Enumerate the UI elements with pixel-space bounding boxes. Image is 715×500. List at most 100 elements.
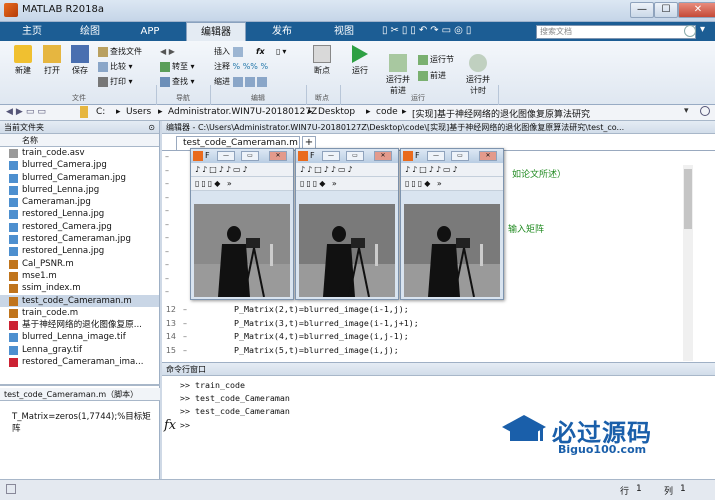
search-icon[interactable]: [700, 106, 710, 116]
path-part[interactable]: Administrator.WIN7U-20180127Z: [168, 107, 317, 117]
code-line[interactable]: 13– P_Matrix(3,t)=blurred_image(i-1,j+1)…: [162, 317, 702, 331]
path-part[interactable]: [实现]基于神经网络的退化图像复原算法研究: [412, 107, 590, 120]
fold-marker: –: [183, 318, 187, 328]
figure-window[interactable]: F — ▭ ✕ ♪♪□♪♪▭♪ ▯▯▯◆ »: [400, 148, 504, 300]
fold-marker: –: [165, 179, 169, 188]
minimize-button[interactable]: —: [630, 2, 654, 18]
tab-apps[interactable]: APP: [124, 22, 176, 41]
open-button[interactable]: 打开: [38, 45, 66, 76]
figure-close-button[interactable]: ✕: [479, 151, 497, 161]
goto-button[interactable]: 转至 ▾: [160, 60, 195, 74]
tab-publish[interactable]: 发布: [254, 22, 310, 41]
figure-toolbar[interactable]: ▯▯▯◆ »: [296, 177, 398, 191]
path-part[interactable]: Users: [126, 107, 151, 117]
fx-button[interactable]: fx: [256, 45, 265, 59]
file-item[interactable]: train_code.m: [0, 307, 159, 319]
figure-minimize-button[interactable]: —: [217, 151, 235, 161]
path-part[interactable]: C:: [96, 107, 105, 117]
file-icon: [9, 235, 18, 245]
indent-button[interactable]: 缩进: [214, 75, 269, 89]
figure-close-button[interactable]: ✕: [374, 151, 392, 161]
figure-minimize-button[interactable]: —: [427, 151, 445, 161]
run-section-button[interactable]: 运行节: [418, 53, 454, 67]
title-bar: MATLAB R2018a — ☐ ✕: [0, 0, 715, 22]
status-bar: 行 1 列 1: [0, 479, 715, 500]
tab-plots[interactable]: 绘图: [64, 22, 116, 41]
figure-close-button[interactable]: ✕: [269, 151, 287, 161]
scrollbar-thumb[interactable]: [684, 169, 692, 229]
file-item[interactable]: restored_Lenna.jpg: [0, 245, 159, 257]
file-item[interactable]: restored_Camera.jpg: [0, 221, 159, 233]
file-item[interactable]: mse1.m: [0, 270, 159, 282]
breakpoints-button[interactable]: 断点: [308, 45, 336, 76]
print-button[interactable]: 打印 ▾: [98, 75, 133, 89]
run-and-time-button[interactable]: 运行并 计时: [462, 45, 494, 96]
code-line[interactable]: 14– P_Matrix(4,t)=blurred_image(i,j-1);: [162, 330, 702, 344]
file-item[interactable]: restored_Cameraman.jpg: [0, 233, 159, 245]
file-item[interactable]: blurred_Lenna.jpg: [0, 184, 159, 196]
splitter[interactable]: [0, 384, 160, 386]
address-bar[interactable]: ◀▶▭▭ C: ▸ Users ▸ Administrator.WIN7U-20…: [0, 105, 715, 121]
search-icon[interactable]: [684, 25, 696, 37]
file-item[interactable]: blurred_Cameraman.jpg: [0, 172, 159, 184]
tab-home[interactable]: 主页: [10, 22, 54, 41]
find-button[interactable]: 查找 ▾: [160, 75, 195, 89]
path-part[interactable]: Desktop: [318, 107, 355, 117]
figure-maximize-button[interactable]: ▭: [241, 151, 259, 161]
code-area[interactable]: 12– P_Matrix(2,t)=blurred_image(i-1,j); 1…: [162, 303, 702, 357]
dropdown-icon[interactable]: ▾: [684, 106, 689, 116]
insert-button[interactable]: 插入: [214, 45, 245, 59]
figure-menubar[interactable]: ♪♪□♪♪▭♪: [191, 163, 293, 177]
figure-window[interactable]: F — ▭ ✕ ♪♪□♪♪▭♪ ▯▯▯◆ »: [190, 148, 294, 300]
figure-menubar[interactable]: ♪♪□♪♪▭♪: [401, 163, 503, 177]
figure-menubar[interactable]: ♪♪□♪♪▭♪: [296, 163, 398, 177]
file-item[interactable]: Cal_PSNR.m: [0, 258, 159, 270]
back-forward-buttons[interactable]: ◀ ▶: [160, 45, 175, 59]
file-name: restored_Cameraman.jpg: [22, 234, 131, 245]
scrollbar[interactable]: [683, 165, 693, 361]
find-files-button[interactable]: 查找文件: [98, 45, 142, 59]
new-button[interactable]: 新建: [8, 45, 38, 76]
advance-button[interactable]: 前进: [418, 69, 446, 83]
comment-button[interactable]: 注释 % %% %: [214, 60, 268, 74]
run-advance-button[interactable]: 运行并 前进: [380, 45, 416, 96]
figure-maximize-button[interactable]: ▭: [451, 151, 469, 161]
command-line: >> train_code: [180, 380, 245, 390]
file-item[interactable]: Lenna_gray.tif: [0, 344, 159, 356]
code-line[interactable]: 12– P_Matrix(2,t)=blurred_image(i-1,j);: [162, 303, 702, 317]
run-button[interactable]: 运行: [344, 45, 376, 76]
folder-icon: [80, 106, 88, 118]
nav-arrows[interactable]: ◀▶▭▭: [6, 107, 49, 117]
tab-view[interactable]: 视图: [316, 22, 372, 41]
command-prompt[interactable]: >>: [180, 420, 190, 430]
figure-minimize-button[interactable]: —: [322, 151, 340, 161]
close-button[interactable]: ✕: [678, 2, 715, 18]
file-item[interactable]: ssim_index.m: [0, 282, 159, 294]
file-item[interactable]: Cameraman.jpg: [0, 196, 159, 208]
quick-access-toolbar[interactable]: ▯✂▯▯↶↷▭◎▯: [382, 25, 474, 36]
tab-editor[interactable]: 编辑器: [186, 22, 246, 41]
path-part[interactable]: code: [376, 107, 398, 117]
panel-menu-icon[interactable]: ⊙: [148, 121, 159, 134]
file-icon: [9, 271, 18, 281]
figure-maximize-button[interactable]: ▭: [346, 151, 364, 161]
fold-marker: –: [165, 287, 169, 296]
file-item[interactable]: restored_Lenna.jpg: [0, 208, 159, 220]
figure-window[interactable]: F — ▭ ✕ ♪♪□♪♪▭♪ ▯▯▯◆ »: [295, 148, 399, 300]
search-input[interactable]: 搜索文档: [536, 25, 696, 39]
collapse-icon[interactable]: ▾: [700, 24, 705, 35]
column-header-name[interactable]: 名称: [0, 134, 159, 147]
figure-toolbar[interactable]: ▯▯▯◆ »: [401, 177, 503, 191]
fx-options[interactable]: ▯▾: [276, 45, 288, 59]
file-item[interactable]: 基于神经网络的退化图像复原...: [0, 319, 159, 331]
file-item[interactable]: blurred_Lenna_image.tif: [0, 331, 159, 343]
save-button[interactable]: 保存: [66, 45, 94, 76]
file-item[interactable]: test_code_Cameraman.m: [0, 294, 159, 307]
file-item[interactable]: blurred_Camera.jpg: [0, 159, 159, 171]
figure-toolbar[interactable]: ▯▯▯◆ »: [191, 177, 293, 191]
code-line[interactable]: 15– P_Matrix(5,t)=blurred_image(i,j);: [162, 344, 702, 358]
file-item[interactable]: restored_Cameraman_ima...: [0, 356, 159, 368]
compare-button[interactable]: 比较 ▾: [98, 60, 133, 74]
file-item[interactable]: train_code.asv: [0, 147, 159, 159]
maximize-button[interactable]: ☐: [654, 2, 678, 18]
